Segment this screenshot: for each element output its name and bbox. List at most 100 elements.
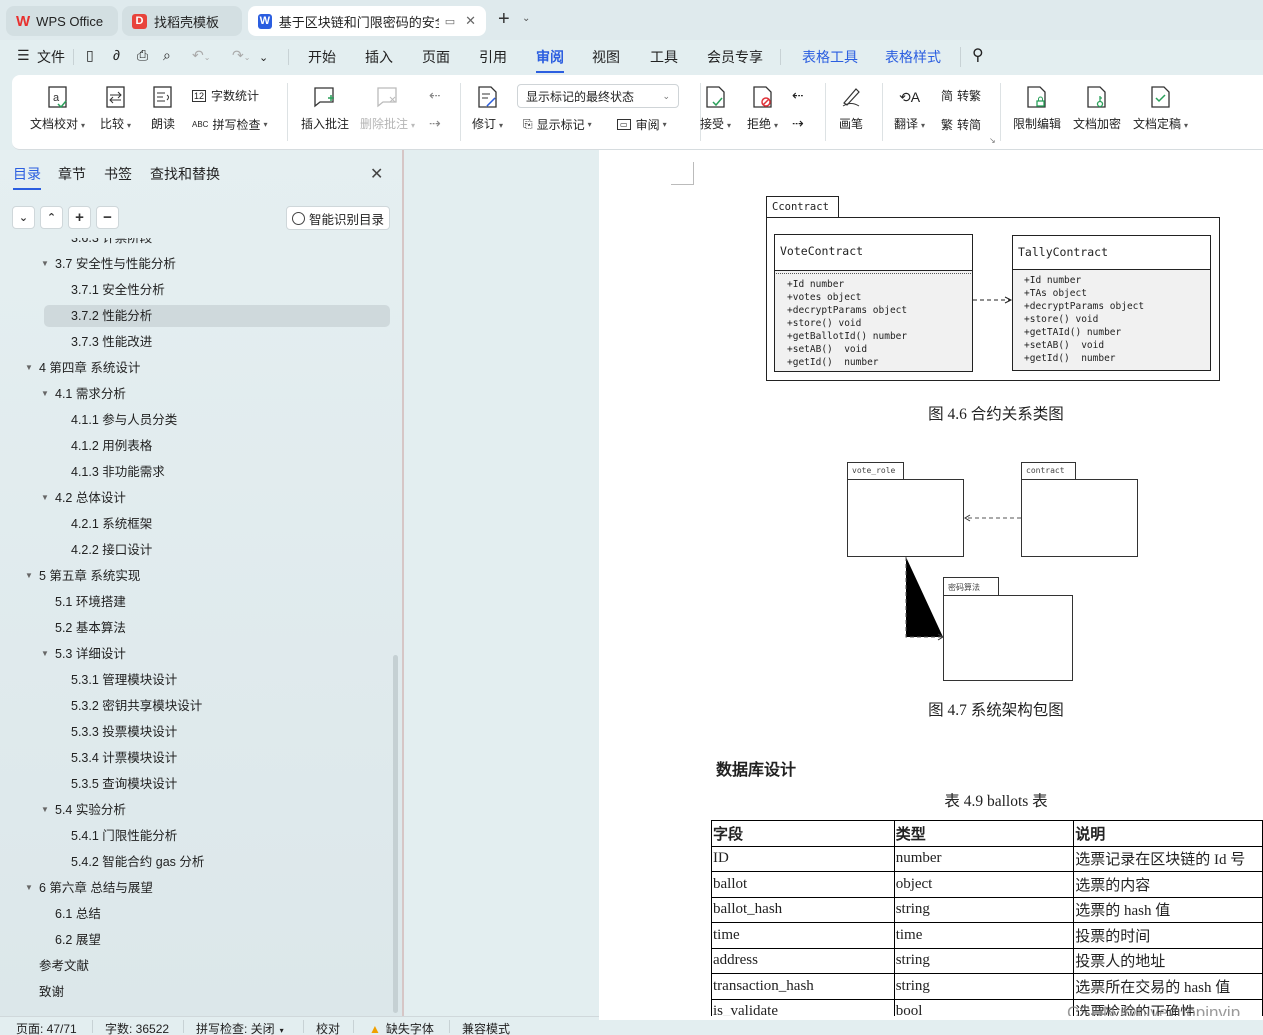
close-pane-icon[interactable]: ✕ <box>370 164 383 184</box>
expand-triangle-icon[interactable]: ▼ <box>41 253 49 275</box>
previous-change-icon[interactable]: ⇠ <box>792 87 804 104</box>
toc-item[interactable]: 3.7.1 安全性分析 <box>71 279 165 301</box>
show-markup-button[interactable]: ⎘ 显示标记 ▾ <box>523 116 592 133</box>
toc-item[interactable]: 5.2 基本算法 <box>55 617 126 639</box>
toc-item[interactable]: 5.1 环境搭建 <box>55 591 126 613</box>
toc-item[interactable]: 参考文献 <box>39 955 89 977</box>
table-cell[interactable]: object <box>893 871 1075 898</box>
page-indicator[interactable]: 页面: 47/71 <box>16 1020 77 1035</box>
toc-item[interactable]: 3.7.3 性能改进 <box>71 331 152 353</box>
undo-icon[interactable]: ↶⌄ <box>192 47 210 64</box>
spell-check-button[interactable]: ABC 拼写检查 ▾ <box>192 116 267 133</box>
toc-item[interactable]: ▼ 5.4 实验分析 <box>41 799 126 821</box>
print-icon[interactable]: ⎙ <box>137 47 148 64</box>
toc-item[interactable]: 致谢 <box>39 981 64 1003</box>
menu-table-tools[interactable]: 表格工具 <box>802 47 858 67</box>
toc-item[interactable]: 5.4.1 门限性能分析 <box>71 825 177 847</box>
toc-item[interactable]: 4.1.3 非功能需求 <box>71 461 165 483</box>
nav-tab-find-replace[interactable]: 查找和替换 <box>150 164 220 184</box>
toc-item[interactable]: 4.2.2 接口设计 <box>71 539 152 561</box>
toc-item[interactable]: 4.1.1 参与人员分类 <box>71 409 177 431</box>
word-count-indicator[interactable]: 字数: 36522 <box>105 1020 169 1035</box>
column-header[interactable]: 说明 <box>1073 820 1263 847</box>
pen-button[interactable]: 画笔 <box>839 83 863 132</box>
table-cell[interactable]: string <box>893 896 1075 923</box>
collapse-up-button[interactable]: ⌃ <box>40 206 63 229</box>
encrypt-button[interactable]: 文档加密 <box>1073 83 1121 132</box>
table-cell[interactable]: time <box>711 922 895 949</box>
accept-button[interactable]: 接受 ▾ <box>700 83 731 132</box>
table-cell[interactable]: bool <box>893 998 1075 1016</box>
toc-item[interactable]: ▼ 5 第五章 系统实现 <box>25 565 140 587</box>
column-header[interactable]: 字段 <box>711 820 895 847</box>
toc-item[interactable]: 5.3.1 管理模块设计 <box>71 669 177 691</box>
table-cell[interactable]: address <box>711 947 895 974</box>
finalize-button[interactable]: 文档定稿 ▾ <box>1133 83 1188 132</box>
menu-file[interactable]: 文件 <box>37 47 65 67</box>
redo-icon[interactable]: ↷⌄ <box>232 47 250 64</box>
table-cell[interactable]: 选票的内容 <box>1073 871 1263 898</box>
table-cell[interactable]: 投票人的地址 <box>1073 947 1263 974</box>
smart-toc-button[interactable]: 智能识别目录 <box>286 206 390 230</box>
to-simplified-button[interactable]: 繁 转简 <box>941 116 981 133</box>
next-comment-icon[interactable]: ⇢ <box>429 115 441 132</box>
menu-references[interactable]: 引用 <box>479 47 507 67</box>
expand-triangle-icon[interactable]: ▼ <box>41 643 49 665</box>
toc-item[interactable]: 5.3.5 查询模块设计 <box>71 773 177 795</box>
menu-member[interactable]: 会员专享 <box>707 47 763 67</box>
table-cell[interactable]: 选票记录在区块链的 Id 号 <box>1073 845 1263 872</box>
proofread-status[interactable]: 校对 <box>316 1020 340 1035</box>
close-tab-icon[interactable]: ✕ <box>465 13 476 29</box>
hamburger-menu-icon[interactable]: ☰ <box>17 47 30 64</box>
table-cell[interactable]: 选票的 hash 值 <box>1073 896 1263 923</box>
table-cell[interactable]: transaction_hash <box>711 973 895 1000</box>
missing-font-status[interactable]: ▲ 缺失字体 <box>369 1020 434 1035</box>
share-link-icon[interactable]: ∂ <box>113 47 120 63</box>
tab-wps-office[interactable]: W WPS Office <box>6 6 118 36</box>
toc-item[interactable]: 5.3.4 计票模块设计 <box>71 747 177 769</box>
read-aloud-button[interactable]: 朗读 <box>151 83 175 132</box>
toc-item[interactable]: ▼ 3.7 安全性与性能分析 <box>41 253 176 275</box>
tab-list-chevron-icon[interactable]: ⌄ <box>522 13 530 24</box>
document-page[interactable]: Ccontract VoteContract +Id number +votes … <box>599 150 1263 1016</box>
toc-item[interactable]: ▼ 4.2 总体设计 <box>41 487 126 509</box>
table-cell[interactable]: ID <box>711 845 895 872</box>
print-preview-icon[interactable]: ⌕ <box>163 47 171 64</box>
toc-scrollbar-thumb[interactable] <box>393 655 398 1013</box>
toc-item[interactable]: ▼ 5.3 详细设计 <box>41 643 126 665</box>
menu-page[interactable]: 页面 <box>422 47 450 67</box>
table-cell[interactable]: string <box>893 947 1075 974</box>
table-cell[interactable]: ballot <box>711 871 895 898</box>
expand-triangle-icon[interactable]: ▼ <box>25 877 33 899</box>
tab-document-active[interactable]: W 基于区块链和门限密码的安全投 ▭ ✕ <box>248 6 486 36</box>
table-cell[interactable]: 投票的时间 <box>1073 922 1263 949</box>
spell-check-status[interactable]: 拼写检查: 关闭 ▾ <box>196 1020 284 1035</box>
more-chevron-icon[interactable]: ⌄ <box>259 51 268 64</box>
table-cell[interactable]: string <box>893 973 1075 1000</box>
tab-docer-templates[interactable]: D 找稻壳模板 <box>122 6 242 36</box>
toc-item[interactable]: 5.4.2 智能合约 gas 分析 <box>71 851 204 873</box>
review-pane-button[interactable]: ▭ 审阅 ▾ <box>617 116 667 133</box>
toc-item[interactable]: ▼ 6 第六章 总结与展望 <box>25 877 153 899</box>
menu-table-style[interactable]: 表格样式 <box>885 47 941 67</box>
save-icon[interactable]: ▯ <box>86 47 94 64</box>
menu-home[interactable]: 开始 <box>308 47 336 67</box>
expand-triangle-icon[interactable]: ▼ <box>25 357 33 379</box>
table-cell[interactable]: number <box>893 845 1075 872</box>
promote-level-button[interactable]: + <box>68 206 91 229</box>
previous-comment-icon[interactable]: ⇠ <box>429 87 441 104</box>
table-cell[interactable]: is_validate <box>711 998 895 1016</box>
to-traditional-button[interactable]: 简 转繁 <box>941 87 981 104</box>
nav-tab-chapters[interactable]: 章节 <box>58 164 86 184</box>
ballots-table[interactable]: 字段 类型 说明 ID number 选票记录在区块链的 Id 号 ballot object… <box>711 820 1263 1016</box>
restrict-edit-button[interactable]: 限制编辑 <box>1013 83 1061 132</box>
toc-item[interactable]: 4.2.1 系统框架 <box>71 513 152 535</box>
nav-tab-toc[interactable]: 目录 <box>13 164 41 190</box>
toc-item[interactable]: 3.7.2 性能分析 <box>44 305 390 327</box>
next-change-icon[interactable]: ⇢ <box>792 115 804 132</box>
nav-tab-bookmarks[interactable]: 书签 <box>104 164 132 184</box>
screen-icon[interactable]: ▭ <box>445 15 455 28</box>
track-changes-button[interactable]: 修订 ▾ <box>472 83 503 132</box>
menu-review[interactable]: 审阅 <box>536 47 564 73</box>
expand-triangle-icon[interactable]: ▼ <box>41 799 49 821</box>
